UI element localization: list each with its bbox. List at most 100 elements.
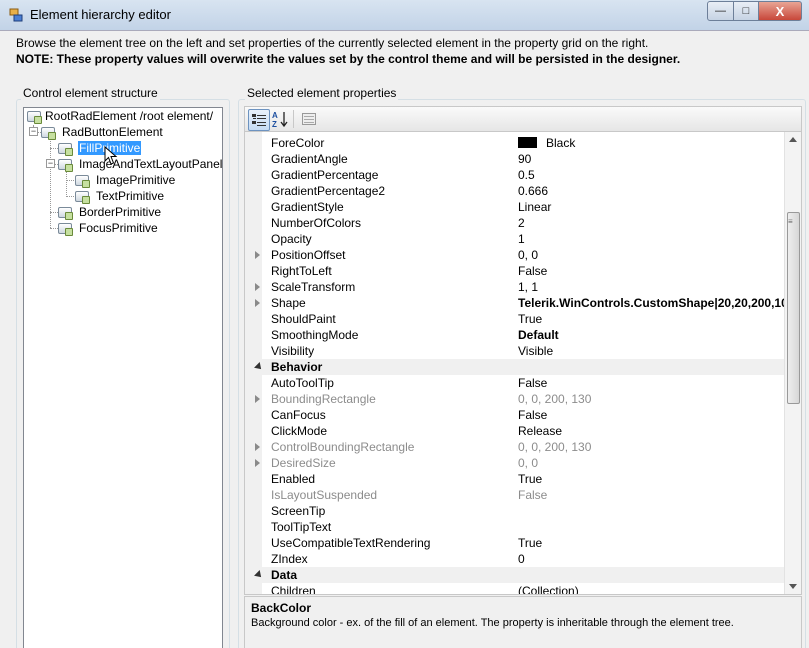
property-row-numberofcolors[interactable]: NumberOfColors 2 [245,215,785,231]
property-row-forecolor[interactable]: ForeColor Black [245,135,785,151]
expand-arrow-icon[interactable] [255,459,260,467]
element-tree[interactable]: RootRadElement /root element/ − RadButto… [23,107,223,648]
tree-node-radbuttonelement[interactable]: RadButtonElement [61,125,164,139]
property-value[interactable]: 0, 0 [518,248,538,262]
property-row-zindex[interactable]: ZIndex 0 [245,551,785,567]
property-value[interactable]: False [518,488,547,502]
property-value[interactable]: Black [518,136,575,150]
property-row-shouldpaint[interactable]: ShouldPaint True [245,311,785,327]
property-value[interactable]: Default [518,328,559,342]
category-row-behavior[interactable]: Behavior [245,359,785,375]
vertical-scrollbar[interactable]: ≡ [784,132,801,594]
property-row-desiredsize[interactable]: DesiredSize 0, 0 [245,455,785,471]
property-row-gradientpercentage2[interactable]: GradientPercentage2 0.666 [245,183,785,199]
property-row-children[interactable]: Children (Collection) [245,583,785,594]
scroll-thumb[interactable] [787,212,800,404]
collapse-icon[interactable]: − [29,127,38,136]
property-value[interactable]: 0.666 [518,184,548,198]
property-row-screentip[interactable]: ScreenTip [245,503,785,519]
property-pages-button[interactable] [299,109,319,129]
property-value[interactable]: 90 [518,152,531,166]
property-grid[interactable]: ForeColor Black GradientAngle 90 GradientPer… [244,131,802,595]
alphabetical-icon: A Z [272,111,288,128]
property-value[interactable]: 0, 0 [518,456,538,470]
note-text: NOTE: These property values will overwri… [16,52,681,66]
property-row-gradientangle[interactable]: GradientAngle 90 [245,151,785,167]
property-name: SmoothingMode [271,328,359,342]
tree-node-borderprimitive[interactable]: BorderPrimitive [78,205,162,219]
tree-node-root[interactable]: RootRadElement /root element/ [44,109,214,123]
instructions-text: Browse the element tree on the left and … [16,36,649,50]
property-row-gradientstyle[interactable]: GradientStyle Linear [245,199,785,215]
alphabetical-button[interactable]: A Z [270,109,290,129]
property-value[interactable]: (Collection) [518,584,579,594]
tree-node-imageandtextlayoutpanel[interactable]: ImageAndTextLayoutPanel [78,157,223,171]
property-value[interactable]: 1, 1 [518,280,538,294]
collapse-arrow-icon[interactable] [254,362,264,372]
property-row-tooltiptext[interactable]: ToolTipText [245,519,785,535]
property-value[interactable]: 0, 0, 200, 130 [518,392,591,406]
property-name: GradientAngle [271,152,348,166]
expand-arrow-icon[interactable] [255,395,260,403]
property-value-text: 0, 0, 200, 130 [518,440,592,454]
property-value[interactable]: True [518,536,542,550]
property-row-gradientpercentage[interactable]: GradientPercentage 0.5 [245,167,785,183]
minimize-button[interactable]: — [707,1,734,21]
scroll-up-icon[interactable] [789,137,797,142]
property-name: IsLayoutSuspended [271,488,378,502]
property-row-clickmode[interactable]: ClickMode Release [245,423,785,439]
tree-node-focusprimitive[interactable]: FocusPrimitive [78,221,159,235]
property-value-text: 0 [518,552,525,566]
categorized-button[interactable] [248,109,270,131]
property-value[interactable]: Visible [518,344,553,358]
property-row-scaletransform[interactable]: ScaleTransform 1, 1 [245,279,785,295]
scroll-down-icon[interactable] [789,584,797,589]
property-value-text: True [518,312,543,326]
property-value[interactable]: Telerik.WinControls.CustomShape|20,20,20… [518,296,788,310]
tree-node-textprimitive[interactable]: TextPrimitive [95,189,165,203]
property-value[interactable]: Linear [518,200,551,214]
property-row-smoothingmode[interactable]: SmoothingMode Default [245,327,785,343]
expand-arrow-icon[interactable] [255,299,260,307]
category-row-data[interactable]: Data [245,567,785,583]
property-value[interactable]: False [518,408,547,422]
maximize-button[interactable]: □ [734,1,759,21]
property-value[interactable]: False [518,376,547,390]
title-bar[interactable]: Element hierarchy editor — □ X [0,0,809,31]
property-row-canfocus[interactable]: CanFocus False [245,407,785,423]
property-value[interactable]: 1 [518,232,525,246]
property-value-text: 2 [518,216,525,230]
category-name: Data [271,568,298,582]
property-value[interactable]: 0, 0, 200, 130 [518,440,591,454]
property-row-righttoleft[interactable]: RightToLeft False [245,263,785,279]
property-row-visibility[interactable]: Visibility Visible [245,343,785,359]
property-name: ShouldPaint [271,312,336,326]
property-value[interactable]: 2 [518,216,525,230]
close-icon: X [775,3,785,19]
property-value[interactable]: Release [518,424,562,438]
collapse-icon[interactable]: − [46,159,55,168]
property-row-boundingrectangle[interactable]: BoundingRectangle 0, 0, 200, 130 [245,391,785,407]
tree-node-imageprimitive[interactable]: ImagePrimitive [95,173,176,187]
property-value[interactable]: 0 [518,552,525,566]
property-row-islayoutsuspended[interactable]: IsLayoutSuspended False [245,487,785,503]
collapse-arrow-icon[interactable] [254,570,264,580]
expand-arrow-icon[interactable] [255,443,260,451]
property-value-text: True [518,472,543,486]
expand-arrow-icon[interactable] [255,251,260,259]
expand-arrow-icon[interactable] [255,283,260,291]
property-value[interactable]: 0.5 [518,168,535,182]
property-row-enabled[interactable]: Enabled True [245,471,785,487]
property-name: PositionOffset [271,248,346,262]
property-row-autotooltip[interactable]: AutoToolTip False [245,375,785,391]
property-row-positionoffset[interactable]: PositionOffset 0, 0 [245,247,785,263]
property-row-controlboundingrectangle[interactable]: ControlBoundingRectangle 0, 0, 200, 130 [245,439,785,455]
property-row-shape[interactable]: Shape Telerik.WinControls.CustomShape|20,… [245,295,788,311]
primitive-icon [58,207,73,220]
close-button[interactable]: X [759,1,802,21]
property-row-usecompatibletextrendering[interactable]: UseCompatibleTextRendering True [245,535,785,551]
property-row-opacity[interactable]: Opacity 1 [245,231,785,247]
property-value[interactable]: True [518,312,542,326]
property-value[interactable]: True [518,472,542,486]
property-value[interactable]: False [518,264,547,278]
